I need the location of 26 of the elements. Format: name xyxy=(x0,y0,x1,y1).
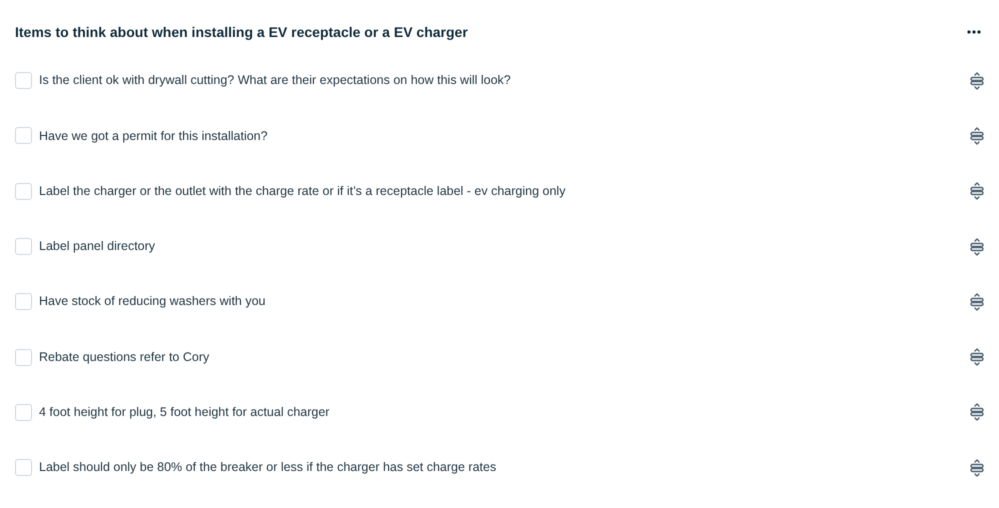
checklist-title: Items to think about when installing a EV receptacle or a EV charger xyxy=(15,22,468,42)
checklist-item-label: Label should only be 80% of the breaker or less if the charger has set charge rates xyxy=(39,459,498,476)
checkbox[interactable] xyxy=(15,182,32,200)
drag-handle-icon[interactable] xyxy=(970,182,984,200)
drag-handle-icon[interactable] xyxy=(970,126,984,145)
checklist-item-label: Label panel directory xyxy=(39,238,156,256)
checkbox[interactable] xyxy=(15,404,32,421)
drag-handle-icon[interactable] xyxy=(970,72,984,90)
checkbox[interactable] xyxy=(15,459,32,476)
checkbox[interactable] xyxy=(15,72,32,90)
drag-handle-icon[interactable] xyxy=(970,348,984,366)
checklist-item-label: Is the client ok with drywall cutting? What are their expectations on how this will look? xyxy=(39,72,512,90)
drag-handle-icon[interactable] xyxy=(970,403,984,422)
checklist-item-label: Have stock of reducing washers with you xyxy=(39,293,266,310)
checklist-item-label: 4 foot height for plug, 5 foot height for actual charger xyxy=(39,404,330,422)
checklist-item-label: Rebate questions refer to Cory xyxy=(39,348,210,366)
drag-handle-icon[interactable] xyxy=(970,458,984,477)
checklist-item-label: Label the charger or the outlet with the charge rate or if it’s a receptacle label - ev charging only xyxy=(39,182,566,200)
more-options-icon[interactable] xyxy=(967,30,981,34)
drag-handle-icon[interactable] xyxy=(970,292,984,311)
checkbox[interactable] xyxy=(15,348,32,366)
checkbox[interactable] xyxy=(15,127,32,144)
drag-handle-icon[interactable] xyxy=(970,238,984,256)
checkbox[interactable] xyxy=(15,238,32,256)
checkbox[interactable] xyxy=(15,293,32,310)
checklist-item-label: Have we got a permit for this installation? xyxy=(39,128,269,145)
